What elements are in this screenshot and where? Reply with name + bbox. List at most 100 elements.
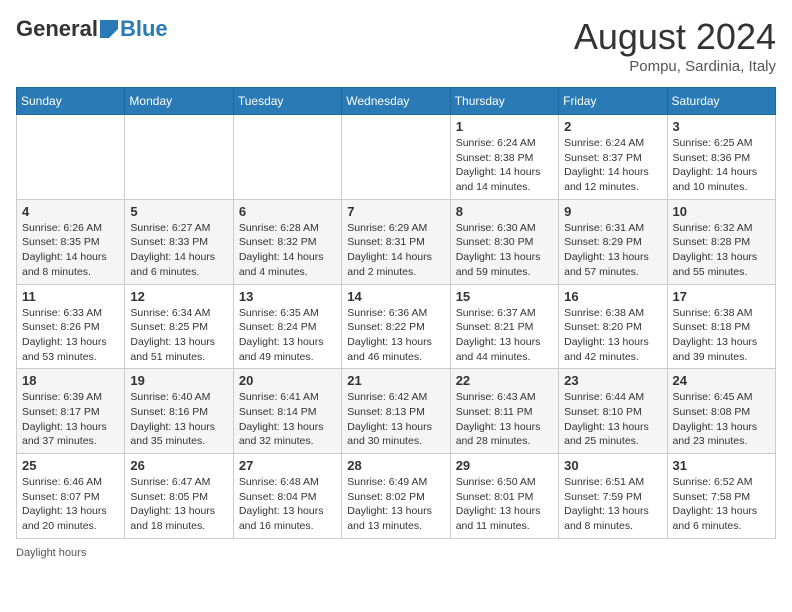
footer: Daylight hours [16,547,776,559]
day-number: 10 [673,204,770,219]
calendar-cell: 16 Sunrise: 6:38 AM Sunset: 8:20 PM Dayli… [559,284,667,369]
title-block: August 2024 Pompu, Sardinia, Italy [574,16,776,75]
day-detail: Sunrise: 6:30 AM Sunset: 8:30 PM Dayligh… [456,221,553,280]
day-detail: Sunrise: 6:24 AM Sunset: 8:37 PM Dayligh… [564,136,661,195]
day-detail: Sunrise: 6:29 AM Sunset: 8:31 PM Dayligh… [347,221,444,280]
calendar-cell: 21Sunrise: 6:42 AM Sunset: 8:13 PM Dayli… [342,369,450,454]
calendar-cell: 9 Sunrise: 6:31 AM Sunset: 8:29 PM Daylig… [559,199,667,284]
day-number: 3 [673,119,770,134]
day-detail: Sunrise: 6:32 AM Sunset: 8:28 PM Dayligh… [673,221,770,280]
day-number: 16 [564,289,661,304]
calendar-cell: 7Sunrise: 6:29 AM Sunset: 8:31 PM Daylig… [342,199,450,284]
calendar-cell [233,115,341,200]
day-number: 25 [22,458,119,473]
day-number: 30 [564,458,661,473]
header-saturday: Saturday [667,88,775,115]
day-detail: Sunrise: 6:51 AM Sunset: 7:59 PM Dayligh… [564,475,661,534]
day-number: 29 [456,458,553,473]
calendar-cell: 11 Sunrise: 6:33 AM Sunset: 8:26 PM Dayli… [17,284,125,369]
calendar-cell: 27Sunrise: 6:48 AM Sunset: 8:04 PM Dayli… [233,454,341,539]
logo-general: General [16,16,98,42]
day-number: 11 [22,289,119,304]
day-number: 12 [130,289,227,304]
calendar-cell: 13Sunrise: 6:35 AM Sunset: 8:24 PM Dayli… [233,284,341,369]
calendar-week-2: 4 Sunrise: 6:26 AM Sunset: 8:35 PM Daylig… [17,199,776,284]
header-tuesday: Tuesday [233,88,341,115]
calendar-cell: 26 Sunrise: 6:47 AM Sunset: 8:05 PM Dayli… [125,454,233,539]
calendar-cell: 6 Sunrise: 6:28 AM Sunset: 8:32 PM Daylig… [233,199,341,284]
day-number: 22 [456,373,553,388]
calendar-cell: 15Sunrise: 6:37 AM Sunset: 8:21 PM Dayli… [450,284,558,369]
calendar-cell: 23Sunrise: 6:44 AM Sunset: 8:10 PM Dayli… [559,369,667,454]
day-detail: Sunrise: 6:28 AM Sunset: 8:32 PM Dayligh… [239,221,336,280]
header-thursday: Thursday [450,88,558,115]
calendar-cell: 19 Sunrise: 6:40 AM Sunset: 8:16 PM Dayli… [125,369,233,454]
day-detail: Sunrise: 6:26 AM Sunset: 8:35 PM Dayligh… [22,221,119,280]
calendar-cell: 1Sunrise: 6:24 AM Sunset: 8:38 PM Daylig… [450,115,558,200]
header-monday: Monday [125,88,233,115]
day-detail: Sunrise: 6:43 AM Sunset: 8:11 PM Dayligh… [456,390,553,449]
logo: General Blue [16,16,168,42]
day-number: 24 [673,373,770,388]
calendar-week-3: 11 Sunrise: 6:33 AM Sunset: 8:26 PM Dayli… [17,284,776,369]
day-number: 9 [564,204,661,219]
day-detail: Sunrise: 6:44 AM Sunset: 8:10 PM Dayligh… [564,390,661,449]
day-detail: Sunrise: 6:46 AM Sunset: 8:07 PM Dayligh… [22,475,119,534]
calendar-cell: 22 Sunrise: 6:43 AM Sunset: 8:11 PM Dayli… [450,369,558,454]
location: Pompu, Sardinia, Italy [574,58,776,75]
day-number: 8 [456,204,553,219]
day-detail: Sunrise: 6:39 AM Sunset: 8:17 PM Dayligh… [22,390,119,449]
day-number: 5 [130,204,227,219]
calendar-cell [342,115,450,200]
calendar: Sunday Monday Tuesday Wednesday Thursday… [16,87,776,539]
calendar-cell: 4 Sunrise: 6:26 AM Sunset: 8:35 PM Daylig… [17,199,125,284]
day-detail: Sunrise: 6:38 AM Sunset: 8:18 PM Dayligh… [673,306,770,365]
daylight-hours-label: Daylight hours [16,547,86,559]
day-number: 28 [347,458,444,473]
calendar-cell: 31Sunrise: 6:52 AM Sunset: 7:58 PM Dayli… [667,454,775,539]
calendar-cell: 14Sunrise: 6:36 AM Sunset: 8:22 PM Dayli… [342,284,450,369]
day-number: 17 [673,289,770,304]
calendar-cell: 3 Sunrise: 6:25 AM Sunset: 8:36 PM Daylig… [667,115,775,200]
day-number: 18 [22,373,119,388]
calendar-cell: 29 Sunrise: 6:50 AM Sunset: 8:01 PM Dayli… [450,454,558,539]
header-wednesday: Wednesday [342,88,450,115]
calendar-week-5: 25 Sunrise: 6:46 AM Sunset: 8:07 PM Dayli… [17,454,776,539]
day-detail: Sunrise: 6:38 AM Sunset: 8:20 PM Dayligh… [564,306,661,365]
page-header: General Blue August 2024 Pompu, Sardinia,… [16,16,776,75]
day-number: 26 [130,458,227,473]
day-detail: Sunrise: 6:50 AM Sunset: 8:01 PM Dayligh… [456,475,553,534]
calendar-cell: 28 Sunrise: 6:49 AM Sunset: 8:02 PM Dayli… [342,454,450,539]
calendar-cell: 12 Sunrise: 6:34 AM Sunset: 8:25 PM Dayli… [125,284,233,369]
day-detail: Sunrise: 6:37 AM Sunset: 8:21 PM Dayligh… [456,306,553,365]
day-detail: Sunrise: 6:24 AM Sunset: 8:38 PM Dayligh… [456,136,553,195]
calendar-cell: 10 Sunrise: 6:32 AM Sunset: 8:28 PM Dayli… [667,199,775,284]
logo-text: General Blue [16,16,168,42]
day-detail: Sunrise: 6:45 AM Sunset: 8:08 PM Dayligh… [673,390,770,449]
calendar-cell: 8 Sunrise: 6:30 AM Sunset: 8:30 PM Daylig… [450,199,558,284]
day-number: 19 [130,373,227,388]
day-detail: Sunrise: 6:25 AM Sunset: 8:36 PM Dayligh… [673,136,770,195]
day-number: 6 [239,204,336,219]
day-number: 31 [673,458,770,473]
day-detail: Sunrise: 6:33 AM Sunset: 8:26 PM Dayligh… [22,306,119,365]
day-number: 2 [564,119,661,134]
calendar-cell: 17 Sunrise: 6:38 AM Sunset: 8:18 PM Dayli… [667,284,775,369]
day-detail: Sunrise: 6:34 AM Sunset: 8:25 PM Dayligh… [130,306,227,365]
day-detail: Sunrise: 6:49 AM Sunset: 8:02 PM Dayligh… [347,475,444,534]
day-number: 4 [22,204,119,219]
calendar-cell: 18 Sunrise: 6:39 AM Sunset: 8:17 PM Dayli… [17,369,125,454]
calendar-cell: 24 Sunrise: 6:45 AM Sunset: 8:08 PM Dayli… [667,369,775,454]
logo-blue: Blue [120,16,168,42]
day-detail: Sunrise: 6:31 AM Sunset: 8:29 PM Dayligh… [564,221,661,280]
day-number: 27 [239,458,336,473]
calendar-cell: 20Sunrise: 6:41 AM Sunset: 8:14 PM Dayli… [233,369,341,454]
calendar-cell: 30 Sunrise: 6:51 AM Sunset: 7:59 PM Dayli… [559,454,667,539]
calendar-cell [17,115,125,200]
day-detail: Sunrise: 6:47 AM Sunset: 8:05 PM Dayligh… [130,475,227,534]
header-sunday: Sunday [17,88,125,115]
day-detail: Sunrise: 6:40 AM Sunset: 8:16 PM Dayligh… [130,390,227,449]
calendar-cell: 5Sunrise: 6:27 AM Sunset: 8:33 PM Daylig… [125,199,233,284]
day-number: 13 [239,289,336,304]
month-year: August 2024 [574,16,776,58]
